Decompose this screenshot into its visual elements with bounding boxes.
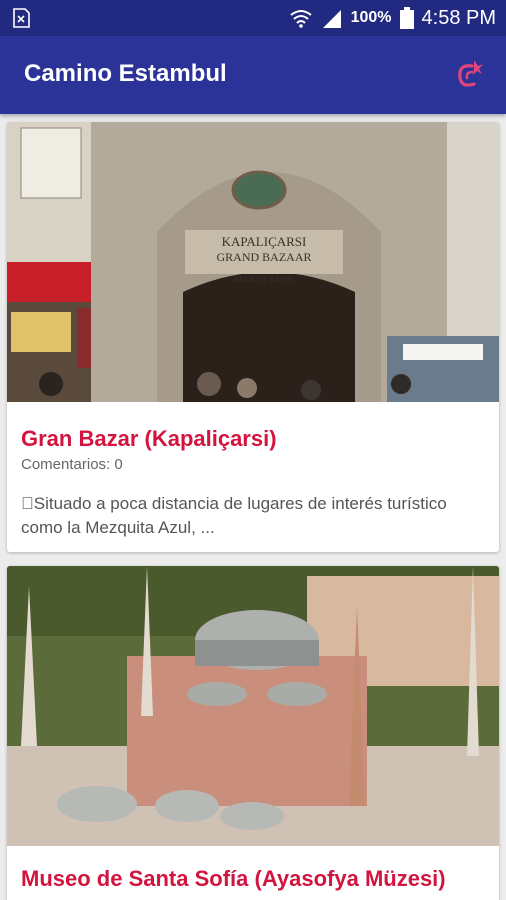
- wifi-icon: [289, 10, 312, 28]
- status-bar: 100% 4:58 PM: [0, 0, 506, 36]
- clock: 4:58 PM: [421, 6, 496, 29]
- place-title[interactable]: Gran Bazar (Kapaliçarsi): [21, 426, 277, 452]
- app-bar: Camino Estambul: [0, 36, 506, 114]
- grand-bazaar-photo: KAPALIÇARSI GRAND BAZAAR BEYAZIT KAPISI: [7, 122, 499, 402]
- image-sign-line-2: GRAND BAZAAR: [216, 250, 311, 264]
- camino-logo-icon[interactable]: [450, 56, 486, 92]
- hagia-sophia-photo: [7, 566, 499, 846]
- battery-percent: 100%: [350, 9, 392, 26]
- signal-icon: [322, 10, 341, 28]
- battery-icon: [399, 7, 414, 29]
- sim-card-icon: [13, 8, 30, 28]
- place-description:  Situado a poca distancia de lugares de …: [21, 494, 447, 537]
- place-card[interactable]: KAPALIÇARSI GRAND BAZAAR BEYAZIT KAPISI …: [7, 122, 499, 552]
- place-card[interactable]: Museo de Santa Sofía (Ayasofya Müzesi): [7, 566, 499, 900]
- place-title[interactable]: Museo de Santa Sofía (Ayasofya Müzesi): [21, 866, 446, 892]
- comments-count: Comentarios: 0: [21, 456, 123, 473]
- image-sign-line-3: BEYAZIT KAPISI: [234, 275, 295, 284]
- image-sign-line-1: KAPALIÇARSI: [222, 234, 307, 249]
- app-title: Camino Estambul: [24, 60, 227, 87]
